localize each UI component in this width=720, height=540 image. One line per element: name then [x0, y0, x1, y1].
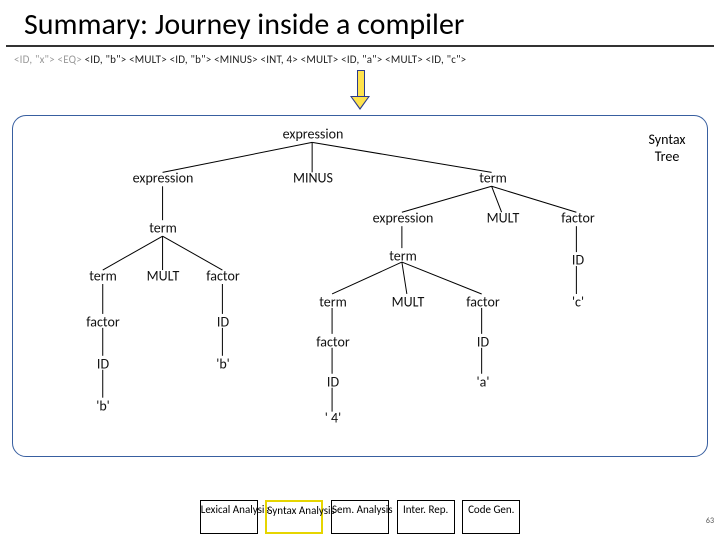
node: MULT [487, 210, 520, 227]
syntax-tree-panel: SyntaxTree [12, 115, 708, 457]
token-dim: <ID, "x"> [14, 53, 55, 66]
node: MULT [147, 268, 180, 285]
node: factor [86, 314, 119, 331]
stage-ir: Inter. Rep. [397, 500, 455, 534]
node: term [319, 294, 347, 311]
node: 'a' [477, 374, 490, 391]
node: ' 4' [325, 410, 341, 427]
node: term [389, 248, 417, 265]
arrow-icon [353, 70, 367, 108]
stage-codegen: Code Gen. [462, 500, 520, 534]
token-stream: <ID, "x"> <EQ> <ID, "b"> <MULT> <ID, "b"… [0, 47, 720, 66]
token-active: <ID, "b"> <MULT> <ID, "b"> <MINUS> <INT,… [85, 53, 467, 66]
stage-semantic: Sem. Analysis [331, 500, 389, 534]
node: MINUS [293, 170, 333, 187]
arrow-down [0, 70, 720, 113]
node: term [89, 268, 117, 285]
page-title: Summary: Journey inside a compiler [6, 0, 714, 47]
node: expression [373, 210, 434, 227]
node: factor [466, 294, 499, 311]
node: ID [97, 356, 109, 373]
syntax-tree-label: SyntaxTree [637, 132, 697, 166]
node: ID [327, 374, 339, 391]
node: 'b' [96, 398, 110, 415]
node-root: expression [283, 126, 344, 143]
node: expression [133, 170, 194, 187]
node: MULT [392, 294, 425, 311]
tree-edges [13, 116, 707, 456]
node: ID [477, 334, 489, 351]
node: ID [217, 314, 229, 331]
node: factor [561, 210, 594, 227]
node: term [149, 220, 177, 237]
node: 'c' [572, 294, 584, 311]
token-dim: <EQ> [58, 53, 82, 66]
compiler-stages: Lexical Analysis Syntax Analysis Sem. An… [0, 500, 720, 534]
page-number: 63 [706, 516, 714, 526]
node: factor [316, 334, 349, 351]
node: 'b' [216, 356, 230, 373]
node: ID [572, 252, 584, 269]
stage-lexical: Lexical Analysis [200, 500, 258, 534]
stage-syntax: Syntax Analysis [265, 500, 323, 534]
node: factor [206, 268, 239, 285]
node: term [479, 170, 507, 187]
